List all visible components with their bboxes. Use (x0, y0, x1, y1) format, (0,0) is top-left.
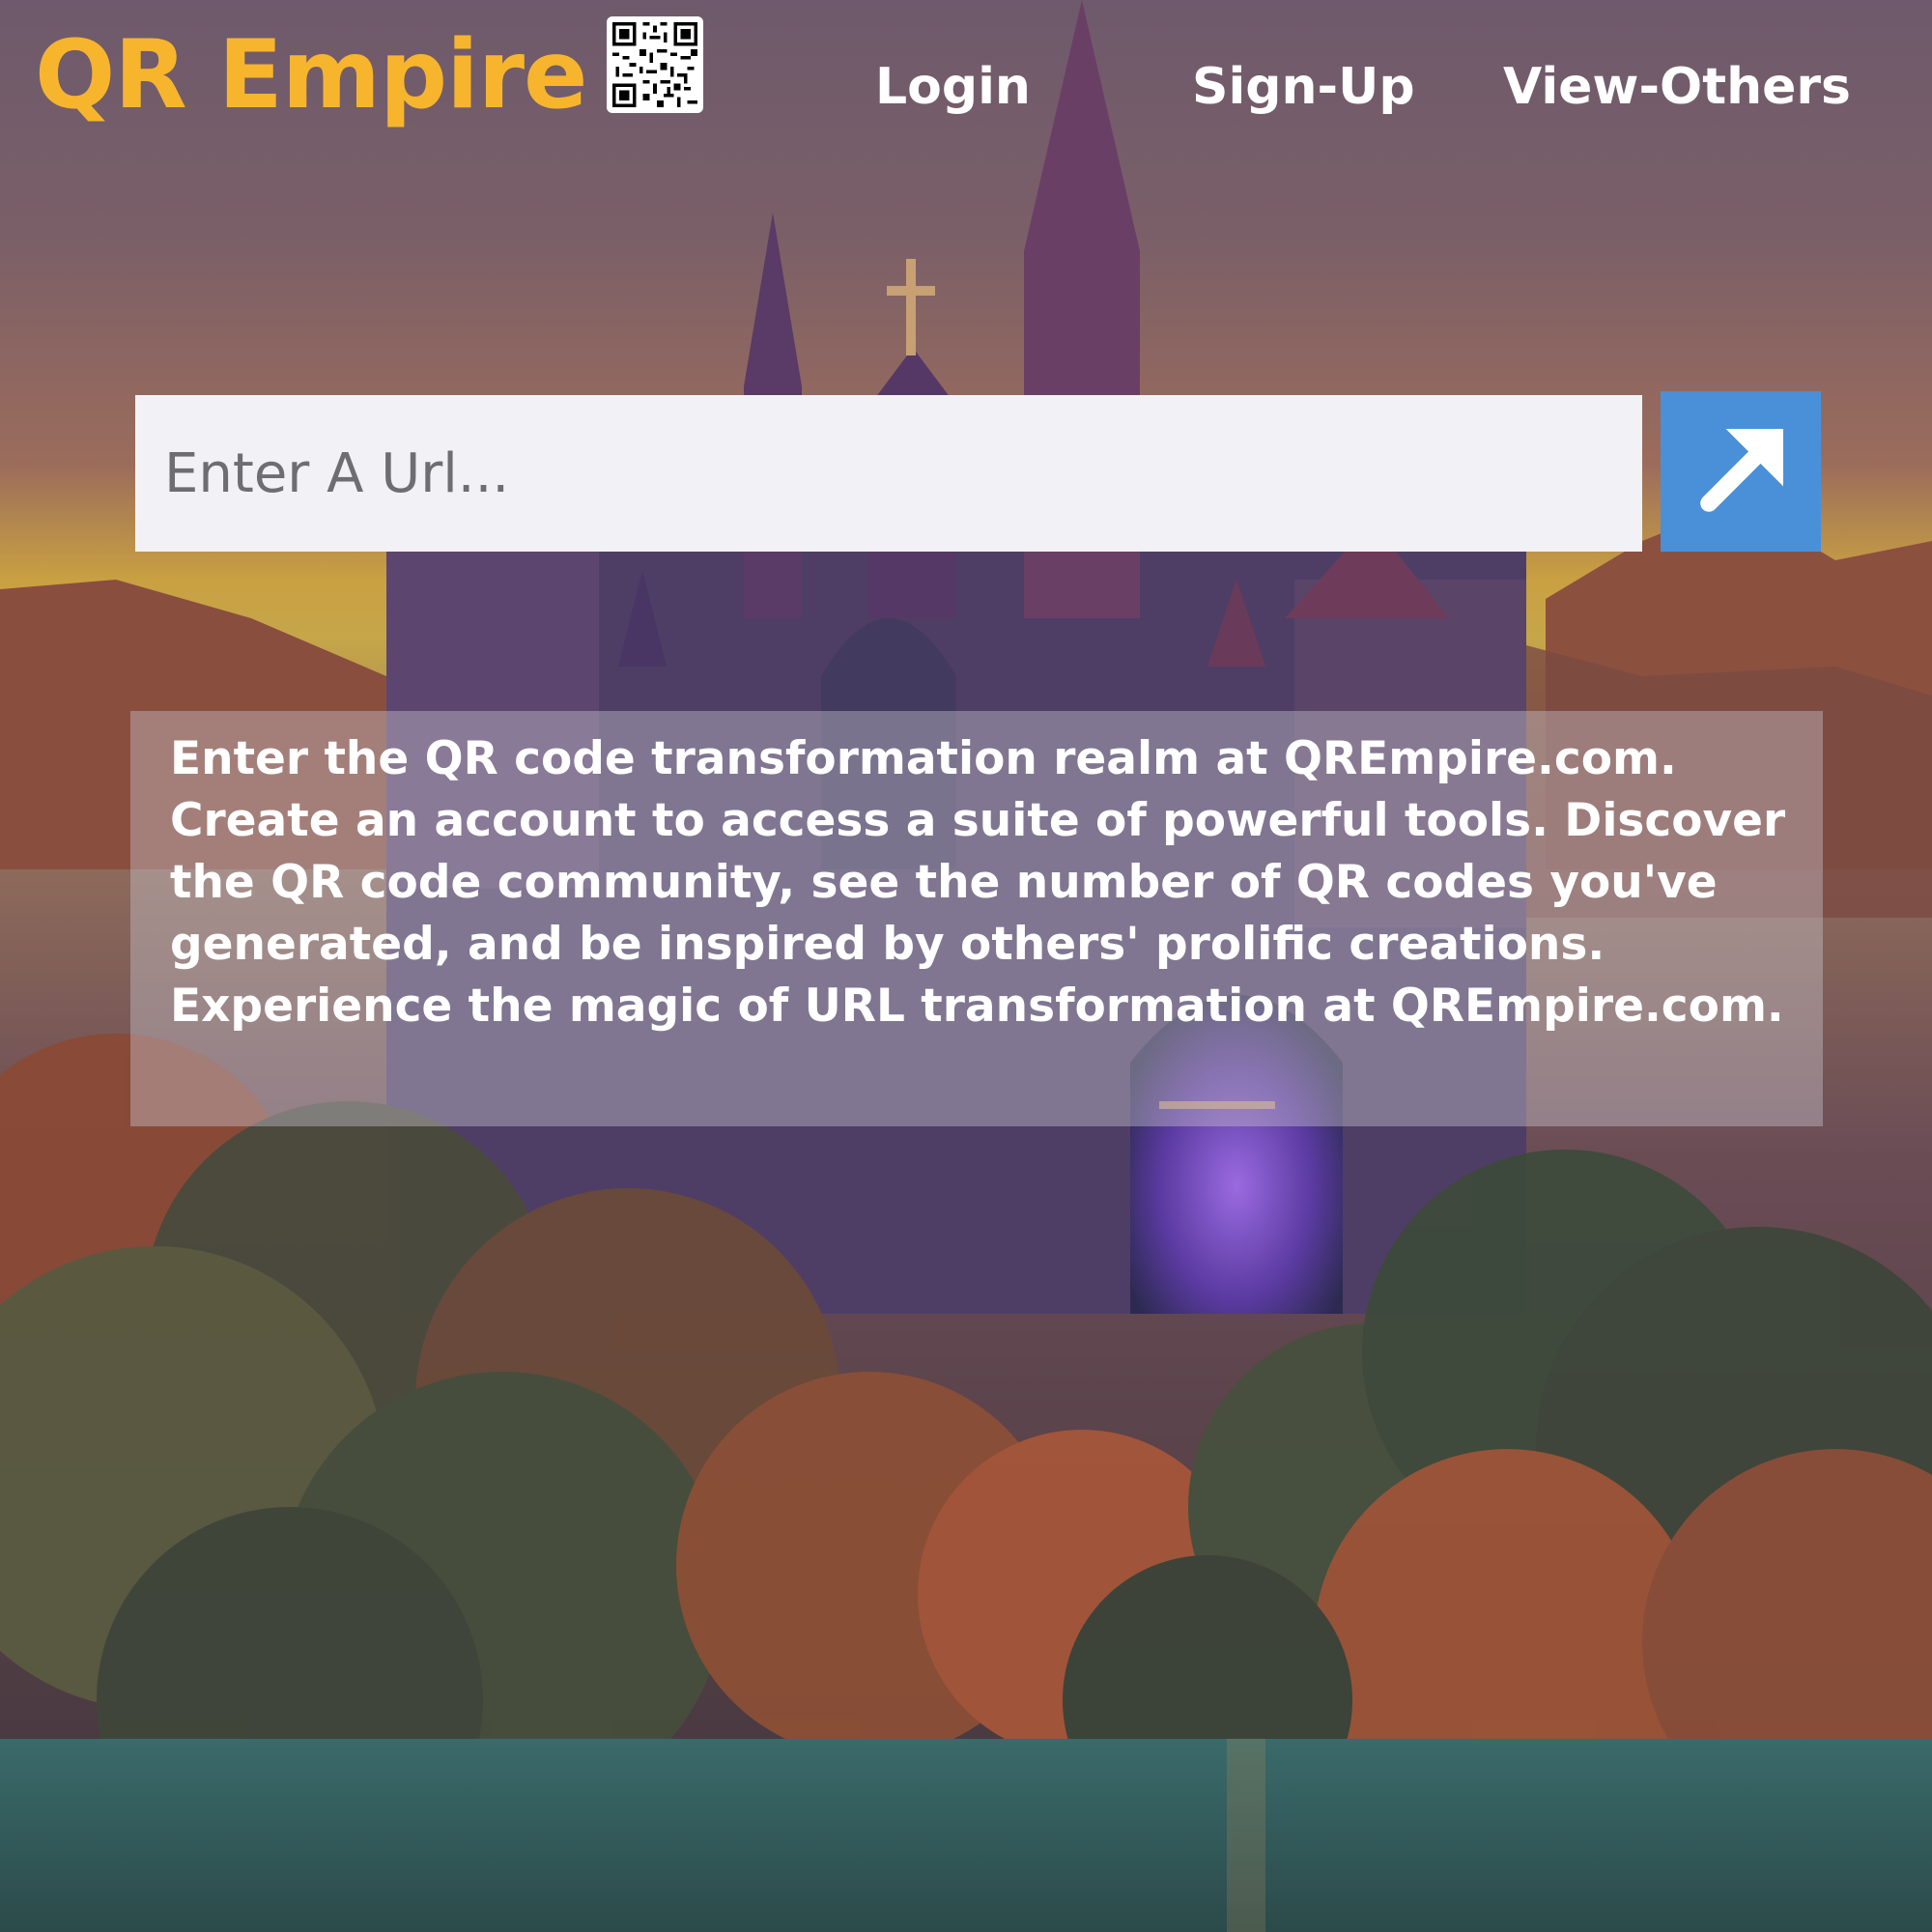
qr-code-icon (606, 16, 703, 113)
info-panel: Enter the QR code transformation realm a… (130, 711, 1823, 1126)
info-description: Enter the QR code transformation realm a… (170, 732, 1786, 1033)
generate-qr-button[interactable] (1661, 391, 1821, 552)
brand-logo[interactable]: QR Empire (35, 16, 703, 133)
arrow-up-right-icon (1700, 429, 1783, 512)
nav-view-others-link[interactable]: View-Others (1503, 56, 1851, 118)
nav-login-link[interactable]: Login (875, 56, 1031, 118)
url-input[interactable] (135, 395, 1642, 552)
brand-title: QR Empire (35, 20, 587, 130)
nav-signup-link[interactable]: Sign-Up (1192, 56, 1415, 118)
